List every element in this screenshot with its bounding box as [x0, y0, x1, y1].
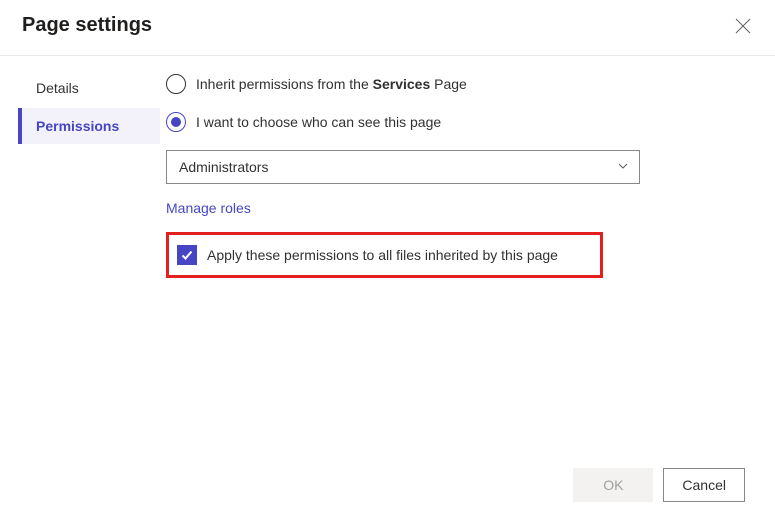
roles-dropdown[interactable]: Administrators: [166, 150, 640, 184]
cancel-button[interactable]: Cancel: [663, 468, 745, 502]
dialog-footer: OK Cancel: [0, 468, 775, 520]
tab-details[interactable]: Details: [18, 70, 160, 106]
apply-permissions-label: Apply these permissions to all files inh…: [207, 247, 558, 263]
sidebar: Details Permissions: [0, 56, 160, 468]
dropdown-value: Administrators: [179, 159, 268, 175]
radio-choose-label: I want to choose who can see this page: [196, 114, 441, 130]
radio-inner-icon: [171, 117, 181, 127]
radio-inherit-row: Inherit permissions from the Services Pa…: [166, 74, 755, 94]
apply-permissions-checkbox[interactable]: [177, 245, 197, 265]
dialog-header: Page settings: [0, 0, 775, 56]
radio-inherit-label: Inherit permissions from the Services Pa…: [196, 76, 467, 92]
manage-roles-link[interactable]: Manage roles: [166, 200, 251, 216]
radio-choose-row: I want to choose who can see this page: [166, 112, 755, 132]
radio-choose[interactable]: [166, 112, 186, 132]
close-icon[interactable]: [735, 18, 751, 34]
page-title: Page settings: [22, 14, 152, 37]
radio-inherit-prefix: Inherit permissions from the: [196, 76, 373, 92]
ok-button: OK: [573, 468, 653, 502]
radio-inherit[interactable]: [166, 74, 186, 94]
content-area: Inherit permissions from the Services Pa…: [160, 56, 775, 468]
chevron-down-icon: [617, 159, 629, 175]
radio-inherit-bold: Services: [373, 76, 431, 92]
tab-permissions[interactable]: Permissions: [18, 108, 160, 144]
highlight-box: Apply these permissions to all files inh…: [166, 232, 603, 278]
dialog-body: Details Permissions Inherit permissions …: [0, 56, 775, 468]
radio-inherit-suffix: Page: [430, 76, 467, 92]
